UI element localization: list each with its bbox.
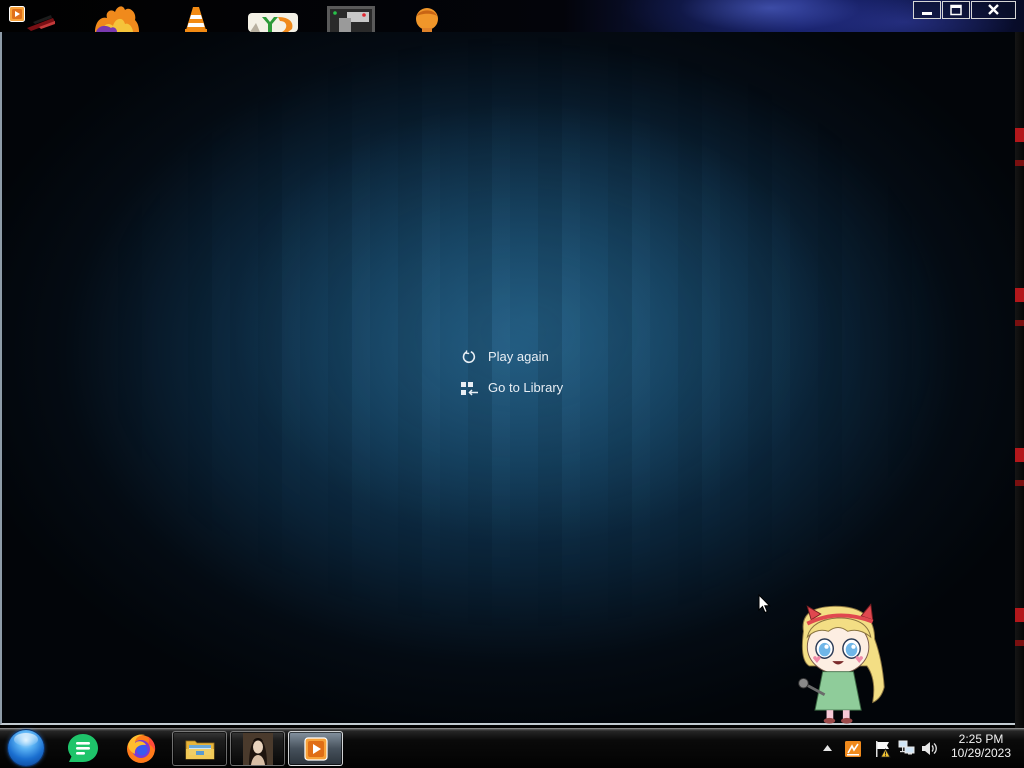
show-hidden-icons-arrow-icon[interactable] [823,745,832,751]
chat-app-icon[interactable] [67,733,99,763]
desktop-wallpaper-edge [1015,32,1024,728]
taskbar: 2:25 PM 10/29/2023 [0,728,1024,768]
start-orb-icon[interactable] [8,730,44,766]
file-explorer-button[interactable] [172,731,227,766]
sunglasses-app-icon[interactable] [25,10,57,32]
portrait-image-icon [242,732,273,765]
volume-icon[interactable] [921,740,939,757]
maximize-button[interactable] [942,1,970,19]
desktop-screen: Play again Go to Library 2:25 PM 10/29/2… [0,0,1024,768]
clock-time: 2:25 PM [958,732,1004,746]
media-player-icon[interactable] [9,6,25,22]
action-center-flag-icon[interactable] [874,740,892,758]
orange-head-icon[interactable] [414,7,440,32]
mouse-cursor [758,594,771,614]
desktop-buddy-character[interactable] [790,600,890,728]
taskbar-clock[interactable]: 2:25 PM 10/29/2023 [948,732,1014,766]
play-again-label: Play again [488,349,549,364]
portrait-image-button[interactable] [230,731,285,766]
go-to-library-label: Go to Library [488,380,564,395]
vlc-cone-icon[interactable] [185,6,207,32]
clock-date: 10/29/2023 [950,746,1012,760]
minimize-button[interactable] [913,1,941,19]
maximize-icon [950,4,962,16]
yd-logo-icon[interactable] [248,13,298,32]
play-again-button[interactable]: Play again [460,346,580,368]
firefox-icon[interactable] [125,732,157,764]
refresh-icon [462,350,476,364]
flame-app-icon[interactable] [93,4,141,32]
library-grid-icon [461,381,479,397]
desktop-wallpaper-strip [0,0,1024,32]
go-to-library-button[interactable]: Go to Library [460,377,580,399]
close-button[interactable] [971,1,1016,19]
file-explorer-icon [185,740,214,759]
media-player-button[interactable] [288,731,343,766]
close-icon [988,4,999,15]
window-controls [913,1,1016,19]
media-player-icon [303,736,328,761]
orange-app-tray-icon[interactable] [845,741,861,757]
gray-window-app-icon[interactable] [327,6,375,32]
minimize-icon [922,12,932,15]
network-icon[interactable] [898,740,915,756]
